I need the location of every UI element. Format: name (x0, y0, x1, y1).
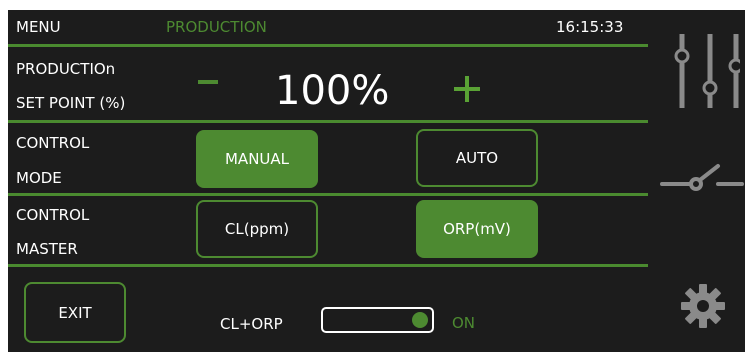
exit-button[interactable]: EXIT (24, 282, 126, 343)
menu-button[interactable]: MENU (16, 18, 61, 36)
decrease-button[interactable] (198, 80, 218, 84)
cl-ppm-button[interactable]: CL(ppm) (196, 200, 318, 258)
increase-button[interactable] (454, 76, 480, 102)
toggle-label: CL+ORP (220, 315, 283, 333)
toggle-knob (412, 312, 428, 328)
gear-icon[interactable] (680, 283, 726, 329)
page-title: PRODUCTION (166, 18, 267, 36)
control-master-label-line1: CONTROL (16, 206, 90, 224)
production-label-line1: PRODUCTIOn (16, 60, 116, 78)
control-mode-label-line2: MODE (16, 169, 62, 187)
manual-button[interactable]: MANUAL (196, 130, 318, 188)
clock: 16:15:33 (556, 18, 624, 36)
cl-orp-toggle[interactable] (321, 307, 434, 333)
orp-mv-button[interactable]: ORP(mV) (416, 200, 538, 258)
divider (8, 264, 648, 267)
control-mode-label-line1: CONTROL (16, 134, 90, 152)
production-label-line2: SET POINT (%) (16, 94, 126, 112)
auto-button[interactable]: AUTO (416, 129, 538, 187)
toggle-state: ON (452, 314, 476, 332)
setpoint-value: 100% (275, 68, 390, 114)
divider (8, 193, 648, 196)
divider (8, 120, 648, 123)
control-master-label-line2: MASTER (16, 240, 78, 258)
sliders-icon[interactable] (670, 30, 740, 112)
hmi-screen: MENU PRODUCTION 16:15:33 PRODUCTIOn SET … (8, 10, 745, 352)
top-bar: MENU PRODUCTION 16:15:33 (8, 10, 648, 47)
switch-icon[interactable] (660, 160, 744, 194)
